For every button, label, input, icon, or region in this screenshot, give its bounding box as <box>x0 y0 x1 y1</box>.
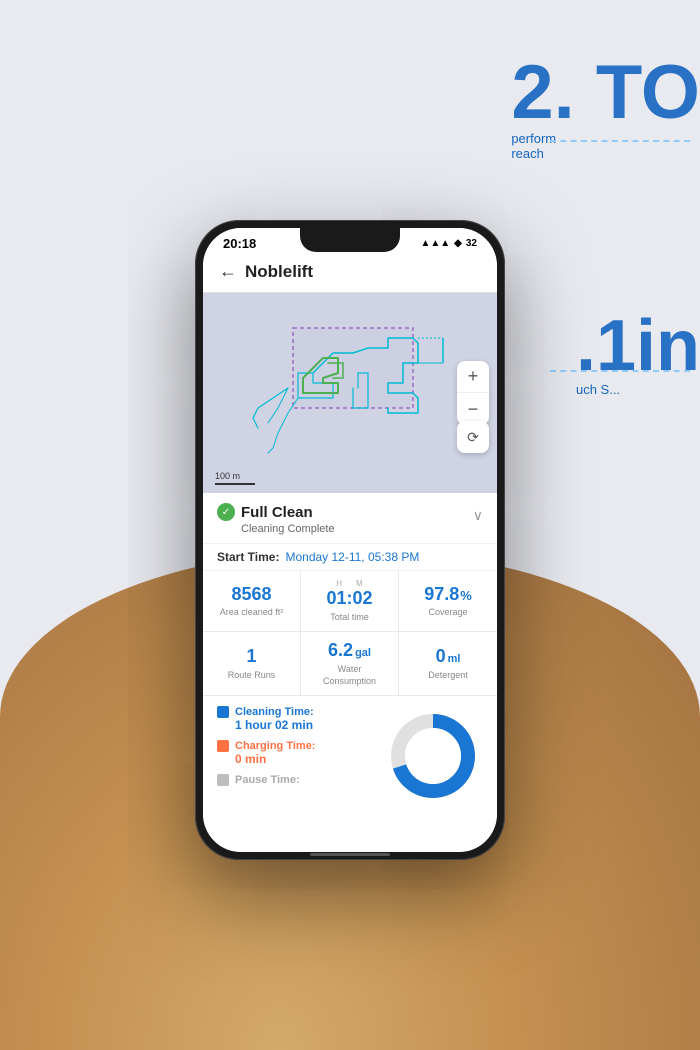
legend-charging-row: Charging Time: <box>217 740 373 752</box>
map-rotate-button[interactable]: ⟳ <box>457 421 489 453</box>
battery-level: 32 <box>466 238 477 249</box>
charging-time-value: 0 min <box>235 752 373 766</box>
map-scale: 100 m <box>215 471 255 485</box>
total-time-label: Total time <box>330 612 369 624</box>
coverage-value: 97.8 <box>424 584 459 606</box>
zoom-in-button[interactable]: + <box>457 361 489 393</box>
route-runs-label: Route Runs <box>228 670 276 682</box>
check-icon: ✓ <box>217 503 235 521</box>
cleaning-dot <box>217 706 229 718</box>
legend-column: Cleaning Time: 1 hour 02 min Charging Ti… <box>217 706 373 806</box>
stat-coverage: 97.8 % Coverage <box>399 571 497 632</box>
pause-dot <box>217 774 229 786</box>
stat-detergent: 0 ml Detergent <box>399 632 497 696</box>
bg-label-top: 2. TO <box>511 55 700 131</box>
signal-icon: ▲▲▲ <box>420 238 450 249</box>
rotate-icon: ⟳ <box>467 429 479 446</box>
water-unit: gal <box>355 647 371 659</box>
expand-icon[interactable]: ∨ <box>473 507 483 524</box>
area-cleaned-label: Area cleaned ft² <box>220 607 284 619</box>
back-button[interactable]: ← <box>219 261 237 282</box>
clean-status-section: ✓ Full Clean Cleaning Complete ∨ <box>203 493 497 544</box>
clean-status-info: ✓ Full Clean Cleaning Complete <box>217 503 335 535</box>
wifi-icon: ◆ <box>454 238 462 249</box>
page-title: Noblelift <box>245 262 313 282</box>
stat-water-consumption: 6.2 gal WaterConsumption <box>301 632 399 696</box>
stat-total-time: H M 01:02 Total time <box>301 571 399 632</box>
stats-grid: 8568 Area cleaned ft² H M 01:02 Total ti… <box>203 571 497 696</box>
legend-charging-time: Charging Time: 0 min <box>217 740 373 766</box>
detergent-label: Detergent <box>428 670 468 682</box>
water-label: WaterConsumption <box>323 664 376 687</box>
clean-title: Full Clean <box>241 504 313 521</box>
status-time: 20:18 <box>223 236 256 251</box>
donut-chart <box>383 706 483 806</box>
legend-pause-time: Pause Time: <box>217 774 373 786</box>
bg-text-bottom-line2: uch S... <box>576 382 700 397</box>
route-runs-value: 1 <box>246 646 256 668</box>
app-header: ← Noblelift <box>203 255 497 293</box>
clean-title-row: ✓ Full Clean <box>217 503 335 521</box>
start-time-value: Monday 12-11, 05:38 PM <box>285 550 419 564</box>
map-svg <box>203 293 497 493</box>
bg-text-line3: reach <box>511 146 700 161</box>
content-area: ✓ Full Clean Cleaning Complete ∨ Start T… <box>203 493 497 852</box>
bg-text-line2: perform <box>511 131 700 146</box>
map-area[interactable]: 100 m + − ⟳ <box>203 293 497 493</box>
water-value: 6.2 <box>328 640 353 662</box>
phone-screen: 20:18 ▲▲▲ ◆ ▲ ● ◆ 32 32 ← Noblelift <box>203 228 497 852</box>
charging-time-label: Charging Time: <box>235 740 315 752</box>
bottom-section: Cleaning Time: 1 hour 02 min Charging Ti… <box>203 696 497 816</box>
coverage-unit: % <box>460 588 472 603</box>
start-time-row: Start Time: Monday 12-11, 05:38 PM <box>203 544 497 571</box>
home-indicator[interactable] <box>310 853 390 856</box>
stat-area-cleaned: 8568 Area cleaned ft² <box>203 571 301 632</box>
cleaning-time-label: Cleaning Time: <box>235 706 314 718</box>
legend-pause-row: Pause Time: <box>217 774 373 786</box>
detergent-value: 0 <box>436 646 446 668</box>
h-label: H <box>336 579 342 588</box>
map-zoom-controls: + − <box>457 361 489 425</box>
area-cleaned-value: 8568 <box>231 584 271 606</box>
clean-subtitle: Cleaning Complete <box>241 523 335 535</box>
stat-route-runs: 1 Route Runs <box>203 632 301 696</box>
status-icons: ▲▲▲ ◆ ▲ ● ◆ 32 32 <box>420 238 477 249</box>
coverage-label: Coverage <box>428 607 467 619</box>
total-time-value: 01:02 <box>326 588 372 610</box>
phone-device: 20:18 ▲▲▲ ◆ ▲ ● ◆ 32 32 ← Noblelift <box>195 220 505 860</box>
m-label: M <box>356 579 363 588</box>
pause-time-label: Pause Time: <box>235 774 300 786</box>
cleaning-time-value: 1 hour 02 min <box>235 718 373 732</box>
start-time-label: Start Time: <box>217 550 279 564</box>
detergent-unit: ml <box>448 653 461 665</box>
hm-labels: H M <box>336 579 362 588</box>
donut-svg <box>383 706 483 806</box>
status-bar: 20:18 ▲▲▲ ◆ ▲ ● ◆ 32 32 <box>203 228 497 255</box>
charging-dot <box>217 740 229 752</box>
legend-cleaning-time: Cleaning Time: 1 hour 02 min <box>217 706 373 732</box>
legend-cleaning-row: Cleaning Time: <box>217 706 373 718</box>
